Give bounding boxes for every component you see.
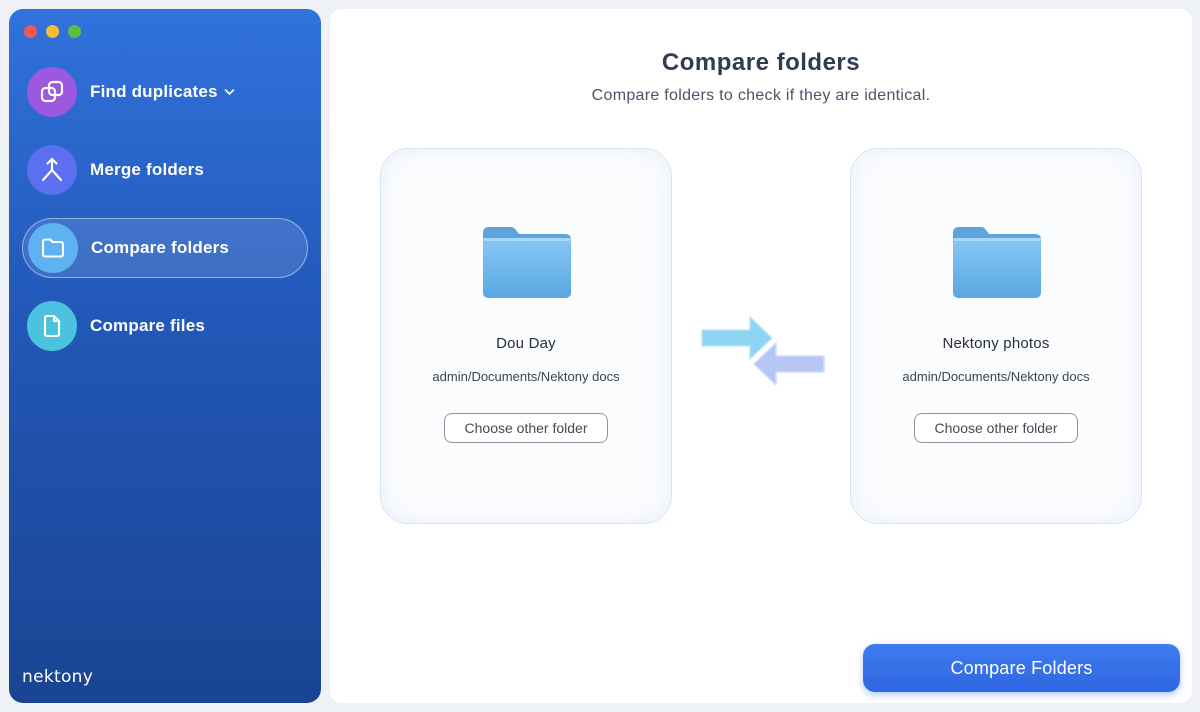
sidebar-item-compare-files[interactable]: Compare files (22, 296, 308, 356)
left-folder-name: Dou Day (496, 335, 556, 352)
sidebar-item-label: Compare folders (91, 238, 230, 257)
find-duplicates-icon (27, 67, 77, 117)
right-folder-card[interactable]: Nektony photos admin/Documents/Nektony d… (850, 148, 1142, 524)
folder-icon (951, 225, 1043, 306)
main-panel: Compare folders Compare folders to check… (330, 9, 1192, 703)
left-folder-path: admin/Documents/Nektony docs (432, 369, 620, 384)
sidebar-item-compare-folders[interactable]: Compare folders (22, 218, 308, 278)
swap-arrows-icon (700, 313, 826, 390)
folder-icon (28, 223, 78, 273)
sidebar-item-label: Compare files (90, 316, 206, 335)
page-subtitle: Compare folders to check if they are ide… (591, 87, 931, 104)
sidebar-item-find-duplicates[interactable]: Find duplicates (22, 62, 308, 122)
left-folder-card[interactable]: Dou Day admin/Documents/Nektony docs Cho… (380, 148, 672, 524)
right-folder-name: Nektony photos (942, 335, 1050, 352)
folder-icon (481, 225, 573, 306)
chevron-down-icon[interactable] (224, 88, 235, 96)
right-folder-path: admin/Documents/Nektony docs (902, 369, 1090, 384)
window-controls (24, 25, 81, 38)
close-window-button[interactable] (24, 25, 37, 38)
sidebar-item-merge-folders[interactable]: Merge folders (22, 140, 308, 200)
sidebar-item-label: Merge folders (90, 160, 205, 179)
brand-logo: nektony (22, 667, 94, 687)
sidebar-item-label: Find duplicates (90, 82, 218, 101)
file-icon (27, 301, 77, 351)
compare-folders-button[interactable]: Compare Folders (863, 644, 1180, 692)
page-title: Compare folders (661, 49, 861, 76)
choose-left-folder-button[interactable]: Choose other folder (444, 413, 608, 443)
zoom-window-button[interactable] (68, 25, 81, 38)
merge-icon (27, 145, 77, 195)
sidebar: Find duplicates Merge folders Compare fo… (9, 9, 321, 703)
choose-right-folder-button[interactable]: Choose other folder (914, 413, 1078, 443)
minimize-window-button[interactable] (46, 25, 59, 38)
